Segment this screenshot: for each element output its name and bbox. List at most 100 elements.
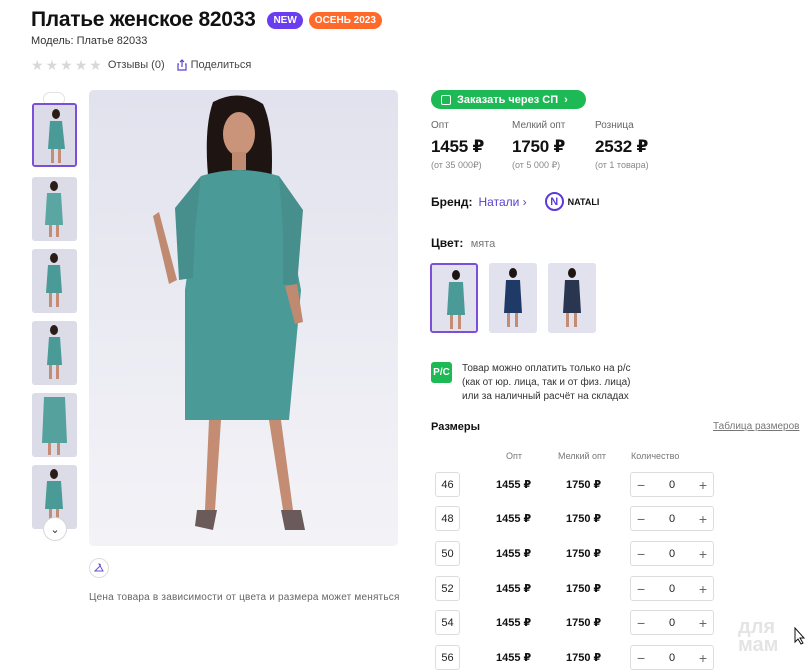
size-price-opt: 1455 ₽ xyxy=(496,583,532,595)
star-icon: ★ xyxy=(60,57,73,73)
brand-logo-icon: N xyxy=(544,192,564,211)
size-price-opt: 1455 ₽ xyxy=(496,617,532,629)
thumbnail-2[interactable] xyxy=(32,177,77,241)
size-value: 52 xyxy=(435,576,460,601)
quantity-stepper: − 0 + xyxy=(630,610,714,635)
minus-button[interactable]: − xyxy=(637,616,645,630)
title-row: Платье женское 82033 NEW ОСЕНЬ 2023 xyxy=(31,8,382,32)
thumbnails-down-button[interactable]: ⌄ xyxy=(43,517,67,541)
quantity-stepper: − 0 + xyxy=(630,645,714,670)
price-label: Розница xyxy=(595,120,634,131)
size-value: 46 xyxy=(435,472,460,497)
star-icon: ★ xyxy=(45,57,59,73)
price-value: 2532 ₽ xyxy=(595,137,649,156)
dress-thumbnail-image xyxy=(32,177,77,241)
dress-photo xyxy=(89,90,398,546)
size-price-small-opt: 1750 ₽ xyxy=(566,617,602,629)
reviews-link[interactable]: Отзывы (0) xyxy=(108,59,165,71)
zoom-button[interactable] xyxy=(89,558,109,578)
bank-transfer-icon: P/C xyxy=(431,362,452,383)
plus-button[interactable]: + xyxy=(699,616,707,630)
dress-swatch-image xyxy=(432,265,476,331)
minus-button[interactable]: − xyxy=(637,582,645,596)
plus-button[interactable]: + xyxy=(699,651,707,665)
star-icon: ★ xyxy=(89,57,102,73)
quantity-stepper: − 0 + xyxy=(630,506,714,531)
plus-button[interactable]: + xyxy=(699,582,707,596)
share-icon xyxy=(177,59,187,71)
minus-button[interactable]: − xyxy=(637,547,645,561)
thumbnail-4[interactable] xyxy=(32,321,77,385)
payment-note-line: (как от юр. лица, так и от физ. лица) xyxy=(462,377,631,388)
size-price-small-opt: 1750 ₽ xyxy=(566,652,602,664)
price-wholesale: Опт 1455 ₽ (от 35 000₽) xyxy=(431,120,484,171)
quantity-value[interactable]: 0 xyxy=(669,652,675,664)
price-retail: Розница 2532 ₽ (от 1 товара) xyxy=(595,120,649,170)
column-header-small-opt: Мелкий опт xyxy=(558,451,607,461)
quantity-value[interactable]: 0 xyxy=(669,583,675,595)
plus-button[interactable]: + xyxy=(699,478,707,492)
price-value: 1455 ₽ xyxy=(431,137,485,156)
thumbnail-strip: ⌄ xyxy=(31,92,79,542)
season-badge: ОСЕНЬ 2023 xyxy=(308,11,382,29)
thumbnail-3[interactable] xyxy=(32,249,77,313)
price-condition: (от 35 000₽) xyxy=(431,160,482,170)
size-price-small-opt: 1750 ₽ xyxy=(566,583,602,595)
brand-label: Бренд: xyxy=(431,194,473,209)
size-row: 56 1455 ₽ 1750 ₽ − 0 + xyxy=(435,645,725,671)
brand-logo-text: NATALI xyxy=(567,196,600,207)
size-price-small-opt: 1750 ₽ xyxy=(566,548,602,560)
minus-button[interactable]: − xyxy=(637,651,645,665)
quantity-value[interactable]: 0 xyxy=(669,617,675,629)
minus-button[interactable]: − xyxy=(637,478,645,492)
plus-button[interactable]: + xyxy=(699,547,707,561)
meta-row: ★ ★ ★ ★ ★ Отзывы (0) Поделиться xyxy=(31,58,251,72)
share-label: Поделиться xyxy=(190,59,252,71)
rating-stars: ★ ★ ★ ★ ★ xyxy=(31,58,102,72)
product-title: Платье женское 82033 xyxy=(31,8,256,31)
color-swatch-navy[interactable] xyxy=(489,263,537,333)
quantity-stepper: − 0 + xyxy=(630,472,714,497)
brand-row: Бренд: Натали › N NATALI xyxy=(431,192,599,211)
quantity-value[interactable]: 0 xyxy=(669,548,675,560)
color-swatch-mint[interactable] xyxy=(430,263,478,333)
thumbnail-1[interactable] xyxy=(32,103,77,167)
brand-name: Натали xyxy=(478,194,520,209)
color-row: Цвет: мята xyxy=(431,236,495,250)
chevron-right-icon: › xyxy=(564,93,568,106)
price-condition: (от 1 товара) xyxy=(595,160,649,170)
size-price-opt: 1455 ₽ xyxy=(496,479,532,491)
color-value: мята xyxy=(470,238,496,250)
size-value: 56 xyxy=(435,645,460,670)
brand-logo[interactable]: N NATALI xyxy=(544,192,600,211)
dress-thumbnail-image xyxy=(34,105,75,165)
chevron-down-icon: ⌄ xyxy=(50,523,60,536)
quantity-value[interactable]: 0 xyxy=(669,513,675,525)
order-via-sp-button[interactable]: Заказать через СП › xyxy=(431,90,586,109)
size-price-opt: 1455 ₽ xyxy=(496,548,532,560)
thumbnail-5[interactable] xyxy=(32,393,77,457)
share-button[interactable]: Поделиться xyxy=(177,59,252,71)
dress-thumbnail-image xyxy=(32,321,77,385)
star-icon: ★ xyxy=(74,57,88,73)
plus-button[interactable]: + xyxy=(699,512,707,526)
price-disclaimer: Цена товара в зависимости от цвета и раз… xyxy=(89,592,400,603)
size-table-link[interactable]: Таблица размеров xyxy=(713,421,799,432)
price-label: Мелкий опт xyxy=(512,120,566,131)
size-row: 52 1455 ₽ 1750 ₽ − 0 + xyxy=(435,576,725,604)
size-row: 50 1455 ₽ 1750 ₽ − 0 + xyxy=(435,541,725,569)
order-button-label: Заказать через СП xyxy=(457,93,559,106)
main-product-image[interactable] xyxy=(89,90,398,546)
quantity-value[interactable]: 0 xyxy=(669,479,675,491)
minus-button[interactable]: − xyxy=(637,512,645,526)
dress-swatch-image xyxy=(548,263,596,333)
new-badge: NEW xyxy=(267,11,303,29)
color-swatch-dark[interactable] xyxy=(548,263,596,333)
size-value: 54 xyxy=(435,610,460,635)
payment-note: P/C Товар можно оплатить только на р/с (… xyxy=(431,362,631,404)
brand-link[interactable]: Натали › xyxy=(479,195,527,209)
price-condition: (от 5 000 ₽) xyxy=(512,160,561,170)
size-value: 48 xyxy=(435,506,460,531)
column-header-opt: Опт xyxy=(506,451,522,461)
bag-icon xyxy=(441,94,451,105)
